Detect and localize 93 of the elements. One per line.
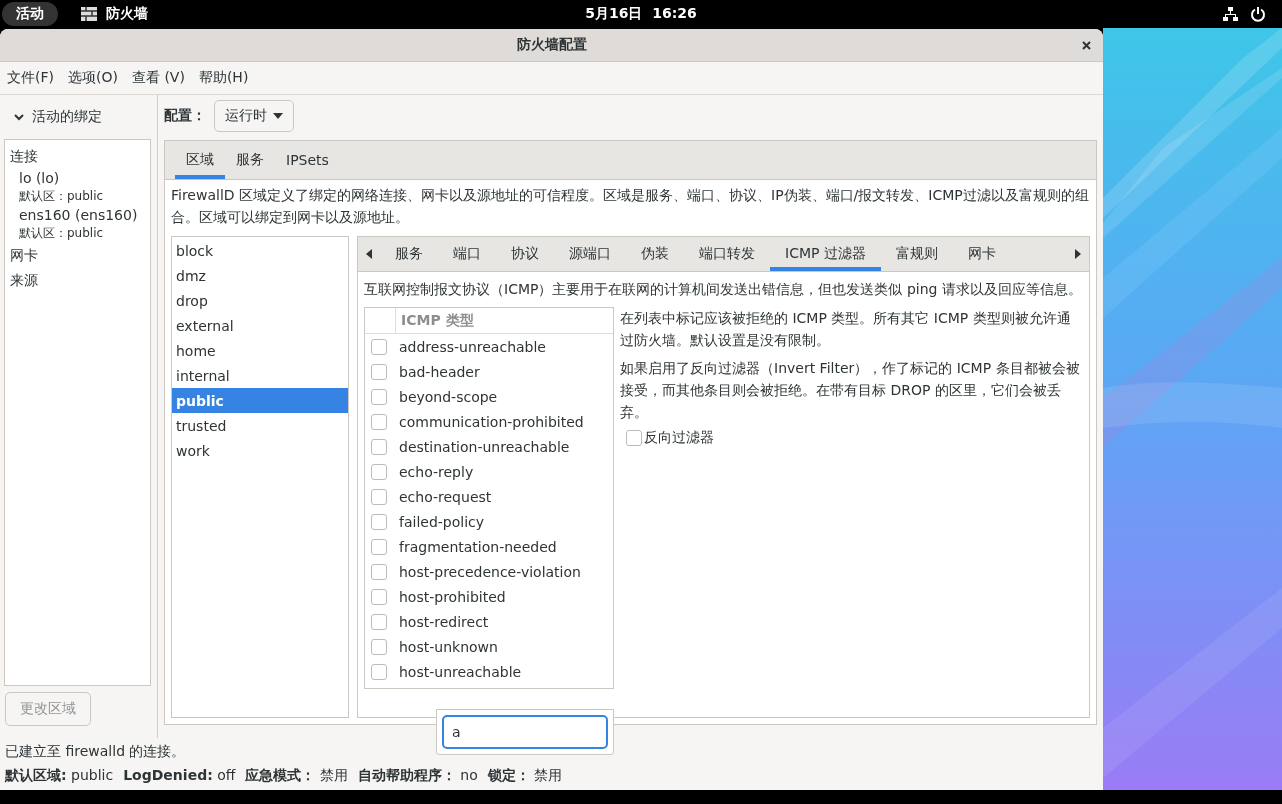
zone-item[interactable]: drop bbox=[172, 288, 348, 313]
connection-name[interactable]: ens160 (ens160) bbox=[19, 206, 150, 225]
checkbox[interactable] bbox=[371, 663, 387, 680]
status-label: 自动帮助程序： bbox=[357, 767, 456, 783]
tab[interactable]: 区域 bbox=[175, 141, 225, 179]
power-icon[interactable] bbox=[1250, 6, 1266, 22]
status-value: no bbox=[460, 767, 478, 783]
connection-zone: 默认区：public bbox=[19, 188, 105, 204]
status-message: 已建立至 firewalld 的连接。 bbox=[5, 743, 187, 761]
status-label: 应急模式： bbox=[245, 767, 316, 783]
network-icon[interactable] bbox=[1222, 6, 1238, 22]
status-label: 默认区域: bbox=[5, 767, 67, 783]
status-value: 禁用 bbox=[319, 767, 348, 783]
checkbox[interactable] bbox=[626, 430, 642, 446]
table-cell: echo-request bbox=[399, 488, 492, 505]
zone-item[interactable]: internal bbox=[172, 363, 348, 388]
checkbox[interactable] bbox=[371, 338, 387, 355]
tab[interactable]: 源端口 bbox=[554, 237, 626, 271]
checkbox-label[interactable]: 反向过滤器 bbox=[644, 429, 714, 447]
window-title: 防火墙配置 bbox=[516, 36, 587, 54]
status-value: public bbox=[71, 767, 114, 783]
table-cell: failed-policy bbox=[399, 513, 485, 530]
zone-item[interactable]: trusted bbox=[172, 413, 348, 438]
menu-item[interactable]: 帮助(H) bbox=[191, 69, 256, 87]
scroll-left-icon[interactable] bbox=[366, 249, 372, 259]
status-label: LogDenied: bbox=[123, 767, 213, 783]
firewall-app-icon bbox=[80, 6, 98, 22]
checkbox[interactable] bbox=[371, 638, 387, 655]
help-text: 在列表中标记应该被拒绝的 ICMP 类型。所有其它 ICMP 类型则被允许通过防火墙。默认设置是没有限制。 bbox=[620, 309, 1072, 350]
help-text: 如果启用了反向过滤器（Invert Filter），作了标记的 ICMP 条目都被会被接受，而其他条目则会被拒绝。在带有目标 DROP 的区里，它们会被丢弃。 bbox=[620, 359, 1081, 422]
table-cell: fragmentation-needed bbox=[399, 538, 557, 555]
tab[interactable]: 服务 bbox=[380, 237, 438, 271]
tree-group[interactable]: 网卡 bbox=[10, 246, 38, 265]
tab[interactable]: 服务 bbox=[225, 141, 275, 179]
status-value: off bbox=[217, 767, 236, 783]
clock[interactable]: 5月16日 16:26 bbox=[585, 5, 697, 21]
table-cell: bad-header bbox=[399, 363, 480, 380]
zones-description: FirewallD 区域定义了绑定的网络连接、网卡以及源地址的可信程度。区域是服务、端口、协议、IP伪装、端口/报文转发、ICMP过滤以及富规则的组合。区域可以绑定到网卡以及源地址。 bbox=[170, 186, 1090, 227]
activities-button[interactable]: 活动 bbox=[2, 2, 58, 26]
zone-item[interactable]: external bbox=[172, 313, 348, 338]
zone-item[interactable]: home bbox=[172, 338, 348, 363]
table-cell: host-redirect bbox=[399, 613, 489, 630]
chevron-down-icon[interactable] bbox=[14, 113, 24, 121]
tab[interactable]: ICMP 过滤器 bbox=[770, 237, 881, 271]
zone-item[interactable]: block bbox=[172, 238, 348, 263]
tab[interactable]: 网卡 bbox=[952, 237, 1011, 271]
checkbox[interactable] bbox=[371, 613, 387, 630]
table-cell: host-prohibited bbox=[399, 588, 506, 605]
checkbox[interactable] bbox=[371, 538, 387, 555]
configuration-label: 配置： bbox=[164, 107, 206, 125]
table-cell: echo-reply bbox=[399, 463, 474, 480]
table-cell: host-unreachable bbox=[399, 663, 522, 680]
tab[interactable]: 伪装 bbox=[626, 237, 684, 271]
zone-item[interactable]: work bbox=[172, 438, 348, 463]
table-cell: host-precedence-violation bbox=[399, 563, 581, 580]
tab[interactable]: 协议 bbox=[496, 237, 554, 271]
table-cell: communication-prohibited bbox=[399, 413, 584, 430]
expander-label[interactable]: 活动的绑定 bbox=[32, 108, 102, 126]
scroll-right-icon[interactable] bbox=[1075, 249, 1081, 259]
search-field[interactable]: a bbox=[442, 715, 608, 749]
close-icon[interactable] bbox=[1082, 41, 1091, 50]
table-cell: host-unknown bbox=[399, 638, 498, 655]
app-menu[interactable]: 防火墙 bbox=[106, 5, 148, 23]
checkbox[interactable] bbox=[371, 438, 387, 455]
table-cell: beyond-scope bbox=[399, 388, 498, 405]
checkbox[interactable] bbox=[371, 413, 387, 430]
zone-item[interactable]: public bbox=[172, 388, 348, 413]
status-label: 锁定： bbox=[487, 767, 530, 783]
connection-zone: 默认区：public bbox=[19, 225, 105, 241]
tab[interactable]: 端口转发 bbox=[684, 237, 770, 271]
table-cell: destination-unreachable bbox=[399, 438, 570, 455]
tab[interactable]: 端口 bbox=[438, 237, 496, 271]
checkbox[interactable] bbox=[371, 488, 387, 505]
tree-group[interactable]: 来源 bbox=[10, 271, 38, 290]
configuration-dropdown[interactable]: 运行时 bbox=[214, 100, 294, 132]
status-value: 禁用 bbox=[534, 767, 563, 783]
menu-item[interactable]: 文件(F) bbox=[0, 69, 61, 87]
checkbox[interactable] bbox=[371, 388, 387, 405]
tab[interactable]: 富规则 bbox=[880, 237, 953, 271]
checkbox[interactable] bbox=[371, 363, 387, 380]
checkbox[interactable] bbox=[371, 463, 387, 480]
table-cell: address-unreachable bbox=[399, 338, 546, 355]
tab[interactable]: IPSets bbox=[275, 141, 340, 179]
menu-item[interactable]: 查看 (V) bbox=[124, 69, 192, 87]
tree-group[interactable]: 连接 bbox=[10, 147, 38, 166]
checkbox[interactable] bbox=[371, 588, 387, 605]
zone-item[interactable]: dmz bbox=[172, 263, 348, 288]
icmp-description: 互联网控制报文协议（ICMP）主要用于在联网的计算机间发送出错信息，但也发送类似 ping 请求以及回应等信息。 bbox=[364, 280, 1083, 299]
connection-name[interactable]: lo (lo) bbox=[19, 169, 150, 188]
menu-item[interactable]: 选项(O) bbox=[61, 69, 125, 87]
checkbox[interactable] bbox=[371, 513, 387, 530]
checkbox[interactable] bbox=[371, 563, 387, 580]
dropdown-arrow-icon bbox=[273, 113, 283, 119]
